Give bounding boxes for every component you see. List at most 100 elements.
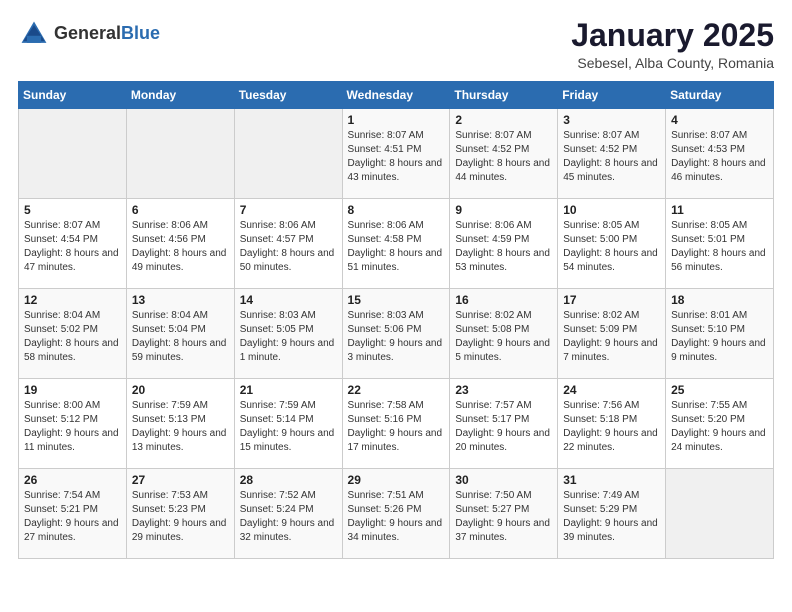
day-info: Sunrise: 8:06 AMSunset: 4:57 PMDaylight:… [240,219,337,275]
calendar-table: SundayMondayTuesdayWednesdayThursdayFrid… [18,81,774,559]
day-info: Sunrise: 7:55 AMSunset: 5:20 PMDaylight:… [671,399,768,455]
week-row-2: 12 Sunrise: 8:04 AMSunset: 5:02 PMDayligh… [19,289,774,379]
day-cell: 20 Sunrise: 7:59 AMSunset: 5:13 PMDayligh… [126,379,234,469]
day-cell: 30 Sunrise: 7:50 AMSunset: 5:27 PMDayligh… [450,469,558,559]
day-info: Sunrise: 8:05 AMSunset: 5:01 PMDaylight:… [671,219,768,275]
day-cell [234,109,342,199]
day-cell: 6 Sunrise: 8:06 AMSunset: 4:56 PMDaylight… [126,199,234,289]
day-cell: 3Sunrise: 8:07 AMSunset: 4:52 PMDaylight… [558,109,666,199]
day-number: 27 [132,473,229,487]
day-cell: 2Sunrise: 8:07 AMSunset: 4:52 PMDaylight… [450,109,558,199]
day-number: 14 [240,293,337,307]
header: GeneralBlue January 2025 Sebesel, Alba C… [18,18,774,71]
day-number: 1 [348,113,445,127]
day-info: Sunrise: 8:06 AMSunset: 4:58 PMDaylight:… [348,219,445,275]
day-number: 28 [240,473,337,487]
day-number: 12 [24,293,121,307]
day-info: Sunrise: 8:04 AMSunset: 5:02 PMDaylight:… [24,309,121,365]
day-info: Sunrise: 8:03 AMSunset: 5:06 PMDaylight:… [348,309,445,365]
week-row-0: 1Sunrise: 8:07 AMSunset: 4:51 PMDaylight… [19,109,774,199]
day-info: Sunrise: 8:04 AMSunset: 5:04 PMDaylight:… [132,309,229,365]
day-info: Sunrise: 8:02 AMSunset: 5:08 PMDaylight:… [455,309,552,365]
week-row-1: 5Sunrise: 8:07 AMSunset: 4:54 PMDaylight… [19,199,774,289]
day-number: 10 [563,203,660,217]
day-cell: 21Sunrise: 7:59 AMSunset: 5:14 PMDayligh… [234,379,342,469]
day-info: Sunrise: 7:58 AMSunset: 5:16 PMDaylight:… [348,399,445,455]
day-info: Sunrise: 8:07 AMSunset: 4:53 PMDaylight:… [671,129,768,185]
header-monday: Monday [126,82,234,109]
day-number: 7 [240,203,337,217]
day-info: Sunrise: 7:52 AMSunset: 5:24 PMDaylight:… [240,489,337,545]
day-number: 16 [455,293,552,307]
day-cell: 13 Sunrise: 8:04 AMSunset: 5:04 PMDayligh… [126,289,234,379]
day-cell: 29 Sunrise: 7:51 AMSunset: 5:26 PMDayligh… [342,469,450,559]
day-info: Sunrise: 7:56 AMSunset: 5:18 PMDaylight:… [563,399,660,455]
day-number: 30 [455,473,552,487]
logo-general: General [54,24,121,44]
day-cell: 18 Sunrise: 8:01 AMSunset: 5:10 PMDayligh… [666,289,774,379]
title-block: January 2025 Sebesel, Alba County, Roman… [571,18,774,71]
day-cell: 26Sunrise: 7:54 AMSunset: 5:21 PMDayligh… [19,469,127,559]
month-title: January 2025 [571,18,774,53]
day-number: 13 [132,293,229,307]
day-info: Sunrise: 8:06 AMSunset: 4:56 PMDaylight:… [132,219,229,275]
day-number: 11 [671,203,768,217]
day-info: Sunrise: 7:54 AMSunset: 5:21 PMDaylight:… [24,489,121,545]
calendar-header: SundayMondayTuesdayWednesdayThursdayFrid… [19,82,774,109]
day-cell: 24 Sunrise: 7:56 AMSunset: 5:18 PMDayligh… [558,379,666,469]
day-cell [126,109,234,199]
day-cell: 15 Sunrise: 8:03 AMSunset: 5:06 PMDayligh… [342,289,450,379]
logo-blue: Blue [121,24,160,44]
day-number: 18 [671,293,768,307]
day-info: Sunrise: 7:50 AMSunset: 5:27 PMDaylight:… [455,489,552,545]
day-cell: 8Sunrise: 8:06 AMSunset: 4:58 PMDaylight… [342,199,450,289]
day-number: 25 [671,383,768,397]
header-wednesday: Wednesday [342,82,450,109]
day-info: Sunrise: 8:01 AMSunset: 5:10 PMDaylight:… [671,309,768,365]
header-thursday: Thursday [450,82,558,109]
day-number: 15 [348,293,445,307]
day-number: 24 [563,383,660,397]
day-number: 23 [455,383,552,397]
logo-icon [18,18,50,50]
day-cell: 10Sunrise: 8:05 AMSunset: 5:00 PMDayligh… [558,199,666,289]
day-cell [19,109,127,199]
day-number: 20 [132,383,229,397]
day-info: Sunrise: 7:59 AMSunset: 5:13 PMDaylight:… [132,399,229,455]
day-cell: 28 Sunrise: 7:52 AMSunset: 5:24 PMDayligh… [234,469,342,559]
day-cell: 7 Sunrise: 8:06 AMSunset: 4:57 PMDaylight… [234,199,342,289]
day-cell: 11 Sunrise: 8:05 AMSunset: 5:01 PMDayligh… [666,199,774,289]
header-tuesday: Tuesday [234,82,342,109]
day-cell: 31Sunrise: 7:49 AMSunset: 5:29 PMDayligh… [558,469,666,559]
day-cell: 22 Sunrise: 7:58 AMSunset: 5:16 PMDayligh… [342,379,450,469]
day-number: 31 [563,473,660,487]
logo-text: GeneralBlue [54,24,160,44]
day-cell: 25 Sunrise: 7:55 AMSunset: 5:20 PMDayligh… [666,379,774,469]
day-cell: 16 Sunrise: 8:02 AMSunset: 5:08 PMDayligh… [450,289,558,379]
day-cell: 17Sunrise: 8:02 AMSunset: 5:09 PMDayligh… [558,289,666,379]
day-cell: 1Sunrise: 8:07 AMSunset: 4:51 PMDaylight… [342,109,450,199]
day-info: Sunrise: 8:03 AMSunset: 5:05 PMDaylight:… [240,309,337,365]
day-cell: 12 Sunrise: 8:04 AMSunset: 5:02 PMDayligh… [19,289,127,379]
day-number: 22 [348,383,445,397]
header-friday: Friday [558,82,666,109]
header-sunday: Sunday [19,82,127,109]
day-cell: 5Sunrise: 8:07 AMSunset: 4:54 PMDaylight… [19,199,127,289]
header-row: SundayMondayTuesdayWednesdayThursdayFrid… [19,82,774,109]
calendar-page: GeneralBlue January 2025 Sebesel, Alba C… [0,0,792,571]
day-number: 29 [348,473,445,487]
day-info: Sunrise: 8:02 AMSunset: 5:09 PMDaylight:… [563,309,660,365]
week-row-4: 26Sunrise: 7:54 AMSunset: 5:21 PMDayligh… [19,469,774,559]
day-number: 21 [240,383,337,397]
day-cell [666,469,774,559]
day-cell: 19Sunrise: 8:00 AMSunset: 5:12 PMDayligh… [19,379,127,469]
day-number: 6 [132,203,229,217]
day-number: 5 [24,203,121,217]
day-number: 2 [455,113,552,127]
logo: GeneralBlue [18,18,160,50]
day-info: Sunrise: 7:51 AMSunset: 5:26 PMDaylight:… [348,489,445,545]
calendar-body: 1Sunrise: 8:07 AMSunset: 4:51 PMDaylight… [19,109,774,559]
day-number: 4 [671,113,768,127]
day-info: Sunrise: 8:06 AMSunset: 4:59 PMDaylight:… [455,219,552,275]
location: Sebesel, Alba County, Romania [571,55,774,71]
